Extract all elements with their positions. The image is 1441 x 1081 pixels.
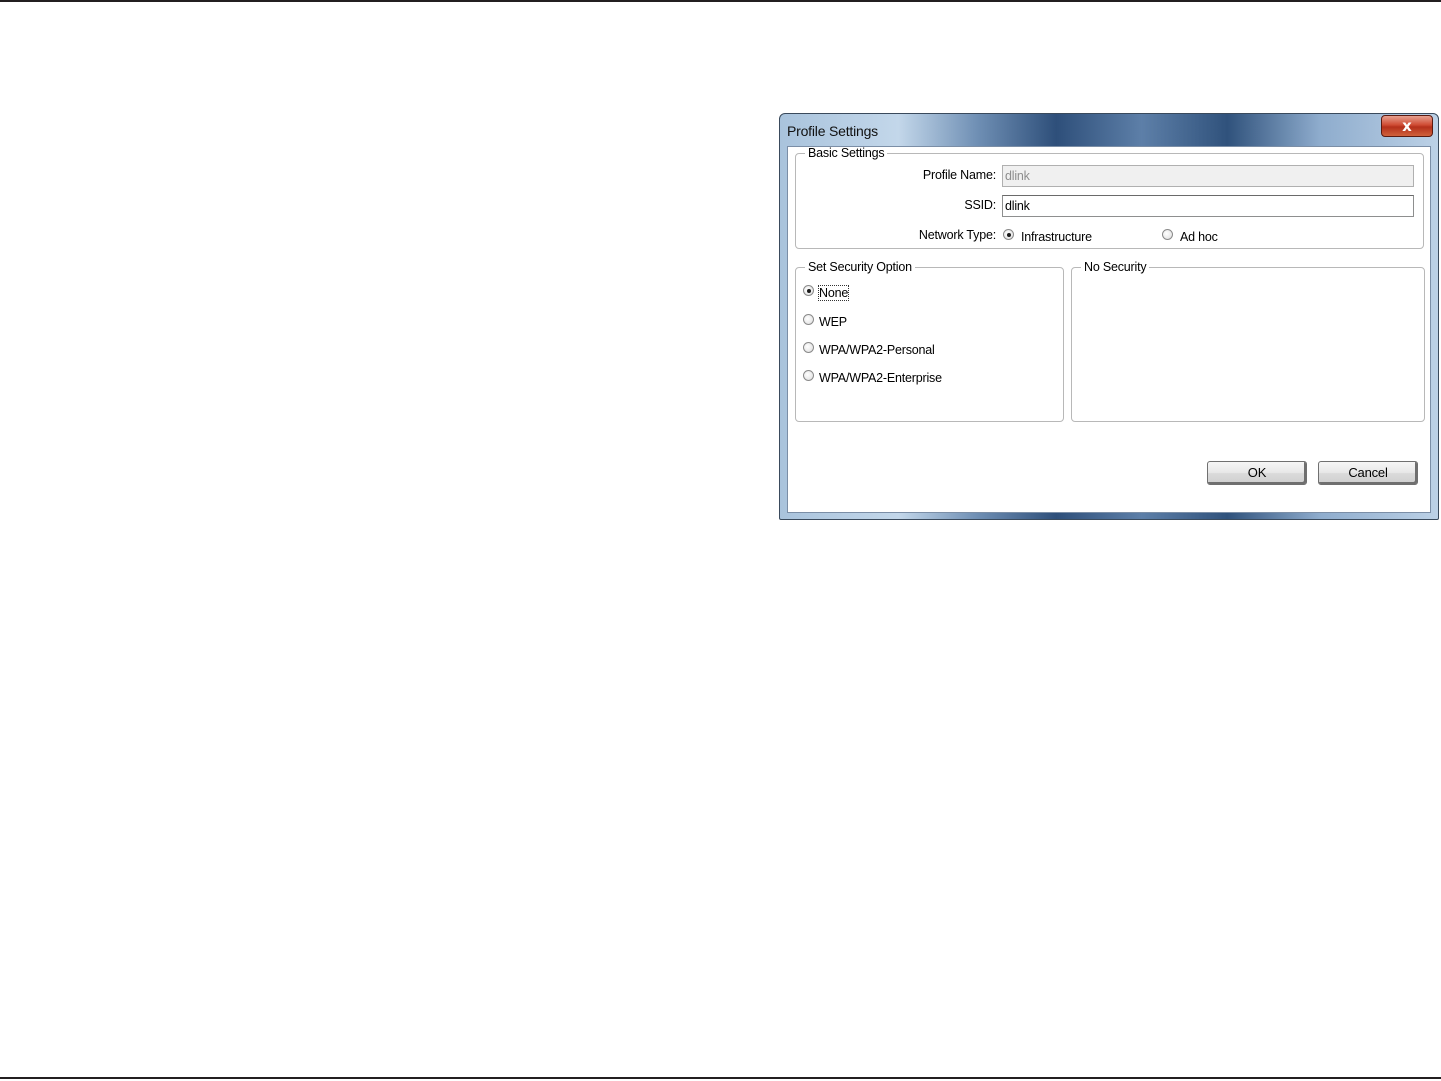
security-none-radio[interactable] [803, 285, 814, 296]
close-button[interactable]: x [1381, 115, 1433, 137]
security-wpa-enterprise-radio[interactable] [803, 370, 814, 381]
security-wep-radio[interactable] [803, 314, 814, 325]
network-type-label: Network Type: [918, 228, 996, 242]
profile-settings-dialog: Profile Settings x Basic Settings Profil… [779, 113, 1439, 520]
no-security-group: No Security [1071, 260, 1425, 422]
security-wpa-enterprise-label[interactable]: WPA/WPA2-Enterprise [819, 371, 942, 385]
security-wep-label[interactable]: WEP [819, 315, 847, 329]
window-title: Profile Settings [787, 123, 878, 139]
close-icon: x [1402, 117, 1412, 135]
security-wpa-personal-label[interactable]: WPA/WPA2-Personal [819, 343, 935, 357]
set-security-option-legend: Set Security Option [808, 260, 912, 274]
ok-button[interactable]: OK [1207, 461, 1307, 485]
dialog-client-area: Basic Settings Profile Name: dlink SSID:… [787, 146, 1431, 513]
ssid-label: SSID: [964, 198, 996, 212]
profile-name-field[interactable]: dlink [1002, 165, 1414, 187]
title-bar[interactable]: Profile Settings x [780, 114, 1438, 146]
ad-hoc-label[interactable]: Ad hoc [1180, 230, 1218, 244]
infrastructure-radio[interactable] [1003, 229, 1014, 240]
basic-settings-legend: Basic Settings [808, 146, 885, 160]
security-wpa-personal-radio[interactable] [803, 342, 814, 353]
profile-name-label: Profile Name: [922, 168, 996, 182]
no-security-legend: No Security [1084, 260, 1147, 274]
security-none-label[interactable]: None [817, 285, 850, 301]
infrastructure-label[interactable]: Infrastructure [1021, 230, 1092, 244]
set-security-option-group: Set Security Option [795, 260, 1064, 422]
ssid-field[interactable]: dlink [1002, 195, 1414, 217]
cancel-button[interactable]: Cancel [1318, 461, 1418, 485]
ad-hoc-radio[interactable] [1162, 229, 1173, 240]
page-bottom-rule [0, 1077, 1441, 1079]
page-top-rule [0, 0, 1441, 2]
